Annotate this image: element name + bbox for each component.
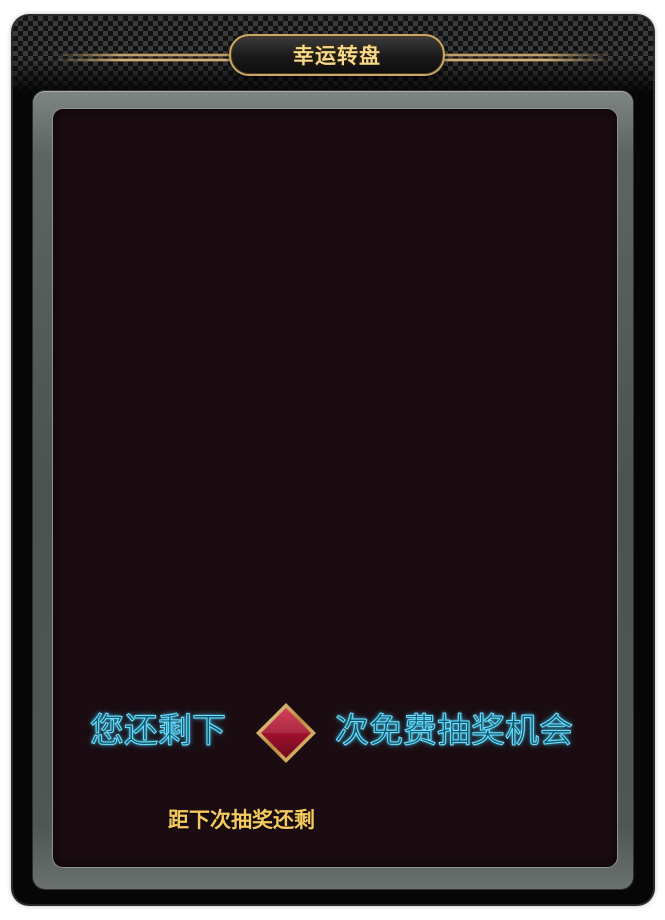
red-diamond-icon — [256, 703, 316, 763]
title-banner: 幸运转盘 — [229, 34, 445, 76]
countdown-label: 距下次抽奖还剩 — [168, 808, 315, 832]
free-chances-suffix: 次免费抽奖机会 — [335, 711, 574, 752]
content-panel: 您还剩下 次免费抽奖机会 距下次抽奖还剩 — [53, 109, 617, 867]
free-chances-prefix: 您还剩下 — [90, 711, 227, 752]
content-panel-frame: 您还剩下 次免费抽奖机会 距下次抽奖还剩 — [33, 91, 633, 889]
window-title: 幸运转盘 — [293, 44, 381, 68]
free-chances-row: 您还剩下 次免费抽奖机会 — [90, 702, 590, 763]
lucky-wheel-window: 幸运转盘 您还剩下 次免费抽奖机会 距下次抽奖还剩 — [13, 16, 653, 904]
